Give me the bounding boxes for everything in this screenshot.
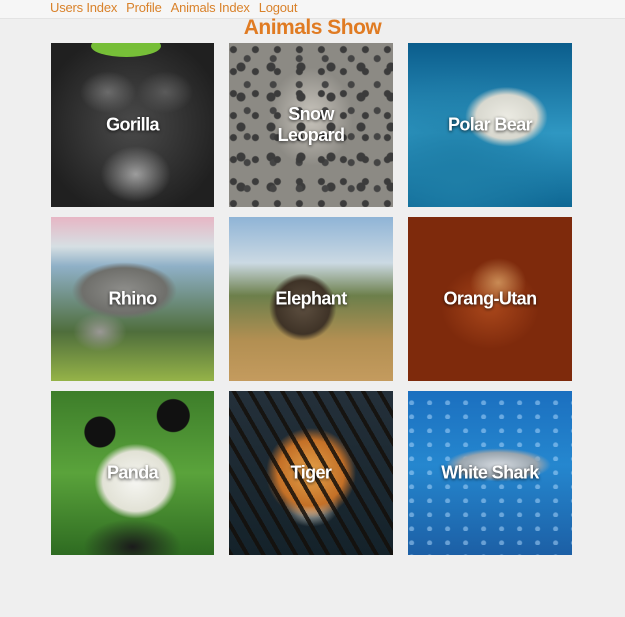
animal-card-label: White Shark bbox=[441, 462, 539, 483]
animal-card-label: Gorilla bbox=[106, 114, 159, 135]
page-title: Animals Show bbox=[243, 16, 382, 39]
animal-card-panda[interactable]: Panda bbox=[51, 391, 214, 555]
animal-card-label: Snow Leopard bbox=[277, 104, 345, 145]
animal-card-rhino[interactable]: Rhino bbox=[51, 217, 214, 381]
nav-link-logout[interactable]: Logout bbox=[259, 0, 298, 15]
leaf-decoration bbox=[91, 43, 161, 57]
animal-grid: Gorilla Snow Leopard Polar Bear Rhino El… bbox=[51, 43, 572, 555]
nav-link-profile[interactable]: Profile bbox=[126, 0, 162, 15]
main-nav: Users Index Profile Animals Index Logout bbox=[50, 0, 297, 15]
animal-card-elephant[interactable]: Elephant bbox=[229, 217, 393, 381]
animal-card-label: Polar Bear bbox=[447, 114, 533, 135]
animal-card-label: Tiger bbox=[290, 462, 332, 483]
animal-card-white-shark[interactable]: White Shark bbox=[408, 391, 572, 555]
animal-card-label: Rhino bbox=[108, 288, 158, 309]
nav-link-animals-index[interactable]: Animals Index bbox=[171, 0, 250, 15]
animal-card-orang-utan[interactable]: Orang-Utan bbox=[408, 217, 572, 381]
nav-link-users-index[interactable]: Users Index bbox=[50, 0, 117, 15]
animal-card-tiger[interactable]: Tiger bbox=[229, 391, 393, 555]
animal-card-label: Elephant bbox=[275, 288, 347, 309]
animal-card-snow-leopard[interactable]: Snow Leopard bbox=[229, 43, 393, 207]
animal-card-label: Panda bbox=[106, 462, 159, 483]
animal-card-gorilla[interactable]: Gorilla bbox=[51, 43, 214, 207]
animal-card-polar-bear[interactable]: Polar Bear bbox=[408, 43, 572, 207]
animal-card-label: Orang-Utan bbox=[443, 288, 537, 309]
